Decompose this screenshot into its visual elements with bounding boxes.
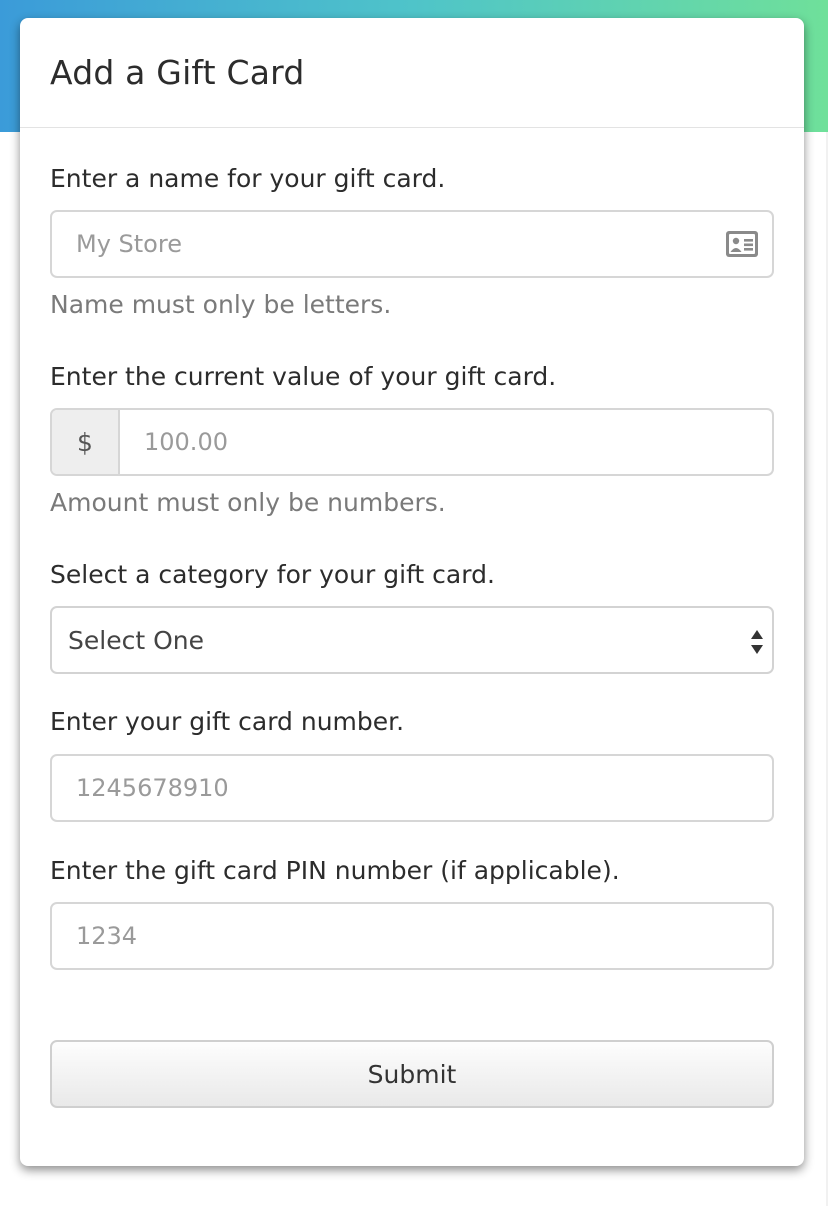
name-label: Enter a name for your gift card. bbox=[50, 164, 446, 193]
card-header: Add a Gift Card bbox=[20, 18, 804, 128]
value-label: Enter the current value of your gift car… bbox=[50, 362, 557, 391]
pin-field[interactable] bbox=[50, 902, 774, 970]
add-gift-card-panel: Add a Gift Card Enter a name for your gi… bbox=[20, 18, 804, 1166]
name-help-text: Name must only be letters. bbox=[50, 290, 392, 319]
value-input[interactable] bbox=[120, 410, 772, 474]
value-field[interactable]: $ bbox=[50, 408, 774, 476]
currency-addon: $ bbox=[52, 410, 120, 474]
id-card-icon bbox=[726, 231, 758, 257]
select-arrows-icon bbox=[751, 630, 763, 654]
pin-label: Enter the gift card PIN number (if appli… bbox=[50, 856, 620, 885]
name-field[interactable] bbox=[50, 210, 774, 278]
value-help-text: Amount must only be numbers. bbox=[50, 488, 446, 517]
page-title: Add a Gift Card bbox=[50, 53, 305, 92]
pin-input[interactable] bbox=[52, 904, 772, 968]
card-number-input[interactable] bbox=[52, 756, 772, 820]
name-input[interactable] bbox=[52, 212, 772, 276]
card-number-field[interactable] bbox=[50, 754, 774, 822]
card-number-label: Enter your gift card number. bbox=[50, 707, 405, 736]
category-select[interactable]: Select One bbox=[50, 606, 774, 674]
submit-button[interactable]: Submit bbox=[50, 1040, 774, 1108]
category-label: Select a category for your gift card. bbox=[50, 560, 495, 589]
category-selected-value: Select One bbox=[68, 625, 204, 655]
